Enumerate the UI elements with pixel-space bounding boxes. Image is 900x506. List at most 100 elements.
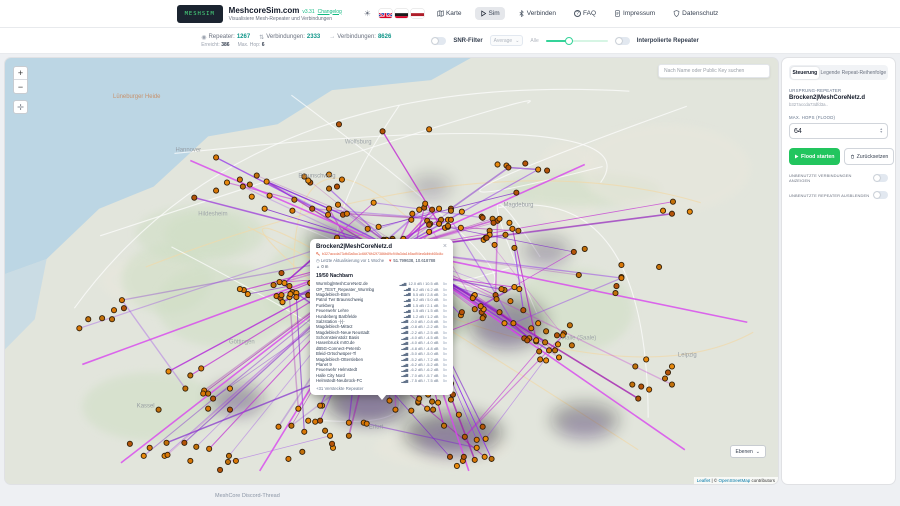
interpolierte-label: Interpolierte Repeater bbox=[637, 38, 699, 44]
map-zoom-control: + − bbox=[13, 66, 28, 94]
zoom-in-button[interactable]: + bbox=[14, 67, 27, 80]
signal-bars-icon: ▂▄▆ bbox=[401, 325, 407, 329]
neighbor-name[interactable]: Magdeblech-Neue Neustadt bbox=[316, 330, 370, 335]
tab-legende[interactable]: Legende bbox=[819, 67, 841, 79]
neighbor-hops: 5x bbox=[441, 319, 447, 324]
flag-de-icon[interactable] bbox=[395, 9, 408, 18]
map-attribution: Leaflet | © OpenStreetMap contributors bbox=[694, 477, 778, 484]
snr-slider[interactable] bbox=[546, 37, 608, 45]
neighbor-name[interactable]: Salzstation -|-|- bbox=[316, 319, 345, 324]
neighbor-snr: -7.0 dB / -5.7 dB bbox=[410, 373, 438, 378]
neighbor-snr: -6.2 dB / -6.2 dB bbox=[410, 367, 438, 372]
interpolierte-toggle[interactable] bbox=[615, 37, 630, 45]
neighbor-name[interactable]: Feuerwehr Helmstedt bbox=[316, 367, 357, 372]
panel-tabs: SteuerungLegendeRepeat-Reihenfolge bbox=[789, 65, 888, 80]
bluetooth-icon bbox=[518, 10, 525, 17]
zoom-out-button[interactable]: − bbox=[14, 80, 27, 93]
nav-impressum[interactable]: Impressum bbox=[609, 7, 660, 20]
signal-bars-icon: ▂▄▆ bbox=[401, 330, 407, 334]
neighbor-name[interactable]: Schornsteinstolz Basis bbox=[316, 335, 359, 340]
close-icon[interactable]: × bbox=[443, 244, 447, 250]
discord-thread-link[interactable]: MeshCore Discord-Thread bbox=[215, 493, 280, 499]
toggle-unused-repeaters: Unbenutzte Repeater ausblenden bbox=[789, 191, 888, 199]
tab-steuerung[interactable]: Steuerung bbox=[791, 67, 820, 79]
neighbor-name[interactable]: Planet 9 bbox=[316, 362, 332, 367]
nav-verbinden[interactable]: Verbinden bbox=[513, 7, 561, 20]
logo-text: MESHSIM bbox=[185, 11, 215, 17]
stepper-icon[interactable]: ▲▼ bbox=[880, 128, 883, 134]
nav-datenschutz[interactable]: Datenschutz bbox=[668, 7, 723, 20]
app-logo[interactable]: MESHSIM bbox=[177, 5, 223, 23]
neighbor-name[interactable]: Patrol Twr Braunschweig bbox=[316, 297, 363, 302]
signal-bars-icon: ▂▄▆ bbox=[401, 346, 407, 350]
theme-toggle-icon[interactable]: ☀ bbox=[364, 9, 371, 18]
neighbor-row[interactable]: Helmstedt-Neubrück-FC▂▄▆-7.5 dB / -7.5 d… bbox=[316, 378, 447, 383]
popup-title: Brocken2|MeshCoreNetz.d bbox=[316, 244, 392, 250]
stats-bar: ◉ Repeater: 1267 ⇅ Verbindungen: 2333 → … bbox=[0, 28, 900, 54]
clock-icon: ◷ bbox=[316, 258, 320, 263]
signal-bars-icon: ▂▄▆ bbox=[404, 309, 410, 313]
unused-connections-toggle[interactable] bbox=[873, 174, 888, 182]
neighbor-name[interactable]: Halle City Nord bbox=[316, 373, 345, 378]
layers-dropdown[interactable]: Ebenen ⌄ bbox=[730, 445, 766, 458]
neighbor-name[interactable]: Hundeberg Barbfelde bbox=[316, 314, 357, 319]
neighbor-hops: 5x bbox=[441, 357, 447, 362]
osm-link[interactable]: OpenStreetMap bbox=[718, 478, 750, 483]
neighbor-name[interactable]: Wurmbg|MeshCoreNetz.de bbox=[316, 281, 368, 286]
neighbor-snr: -5.2 dB / -7.2 dB bbox=[410, 357, 438, 362]
neighbor-name[interactable]: Magdeblech-Ottersleben bbox=[316, 357, 363, 362]
neighbor-name[interactable]: dB5G-Connect-Petersb bbox=[316, 346, 361, 351]
flag-en-icon[interactable] bbox=[379, 9, 392, 18]
neighbors-list: Wurmbg|MeshCoreNetz.de ▂▄▆ 12.0 dB / 10.5 … bbox=[316, 281, 447, 383]
neighbor-hops: 5x bbox=[441, 314, 447, 319]
nav-karte[interactable]: Karte bbox=[432, 7, 467, 20]
search-input[interactable] bbox=[658, 64, 770, 78]
neighbor-name[interactable]: Magdeblech-Börn bbox=[316, 292, 350, 297]
neighbor-hops: 5x bbox=[441, 378, 447, 383]
neighbor-hops: 5x bbox=[441, 297, 447, 302]
maxhops-input[interactable]: 64 ▲▼ bbox=[789, 123, 888, 139]
stat-verbindungen: ⇅ Verbindungen: 2333 bbox=[259, 34, 320, 41]
neighbor-name[interactable]: Magdeblech-Mitte2 bbox=[316, 324, 353, 329]
snr-filter-toggle[interactable] bbox=[431, 37, 446, 45]
neighbor-snr: 12.0 dB / 10.5 dB bbox=[408, 281, 438, 286]
reset-button[interactable]: Zurücksetzen bbox=[844, 148, 895, 165]
neighbor-hops: 5x bbox=[441, 362, 447, 367]
neighbor-name[interactable]: Helmstedt-Neubrück-FC bbox=[316, 378, 362, 383]
neighbor-snr: -7.5 dB / -7.5 dB bbox=[410, 378, 438, 383]
neighbor-name[interactable]: Feuerwehr Lehre bbox=[316, 308, 349, 313]
flag-nl-icon[interactable] bbox=[411, 9, 424, 18]
leaflet-link[interactable]: Leaflet bbox=[697, 478, 711, 483]
popup-pubkey: b327accda73dfd3a5cc1c66f76f42f7386b89c94… bbox=[316, 252, 447, 256]
tab-repeat-reihenfolge[interactable]: Repeat-Reihenfolge bbox=[841, 67, 886, 79]
ursprung-name: Brocken2|MeshCoreNetz.d bbox=[789, 95, 888, 101]
neighbor-name[interactable]: Bleid-Ortschwüper-Tl bbox=[316, 351, 356, 356]
signal-bars-icon: ▂▄▆ bbox=[401, 319, 407, 323]
nav-sim[interactable]: Sim bbox=[475, 7, 505, 20]
slider-knob[interactable] bbox=[565, 37, 573, 45]
page: MESHSIM MeshcoreSim.com v3.31 Changelog … bbox=[0, 0, 900, 506]
neighbor-hops: 5x bbox=[441, 330, 447, 335]
popup-tip bbox=[377, 394, 387, 400]
signal-bars-icon: ▂▄▆ bbox=[401, 336, 407, 340]
flood-start-button[interactable]: Flood starten bbox=[789, 148, 840, 165]
neighbor-name[interactable]: Hasenbruck mrt0.de bbox=[316, 340, 355, 345]
nav-faq[interactable]: ? FAQ bbox=[569, 7, 601, 20]
page-footer: MeshCore Discord-Thread bbox=[0, 486, 900, 506]
mountain-icon: ▲ bbox=[316, 264, 320, 269]
locate-button[interactable]: ✛ bbox=[13, 100, 28, 114]
neighbor-name[interactable]: Funkberg bbox=[316, 303, 334, 308]
snr-mode-select[interactable]: Average ⌄ bbox=[490, 35, 524, 46]
unused-repeaters-toggle[interactable] bbox=[873, 191, 888, 199]
neighbor-name[interactable]: OP_TEST_Repeater_Wurmbg bbox=[316, 287, 374, 292]
snr-alle-label: Alle bbox=[530, 38, 538, 44]
hidden-repeaters-link[interactable]: +31 Versteckte Repeater bbox=[316, 386, 447, 391]
brand: MESHSIM MeshcoreSim.com v3.31 Changelog … bbox=[177, 5, 342, 23]
changelog-link[interactable]: Changelog bbox=[318, 9, 342, 15]
neighbor-hops: 5x bbox=[441, 367, 447, 372]
signal-bars-icon: ▂▄▆ bbox=[401, 368, 407, 372]
svg-text:Wolfsburg: Wolfsburg bbox=[345, 139, 372, 145]
ursprung-key: b327accda73dfd3a.. bbox=[789, 102, 888, 107]
signal-bars-icon: ▂▄▆ bbox=[401, 373, 407, 377]
neighbor-snr: 1.5 dB / 1.5 dB bbox=[413, 308, 439, 313]
